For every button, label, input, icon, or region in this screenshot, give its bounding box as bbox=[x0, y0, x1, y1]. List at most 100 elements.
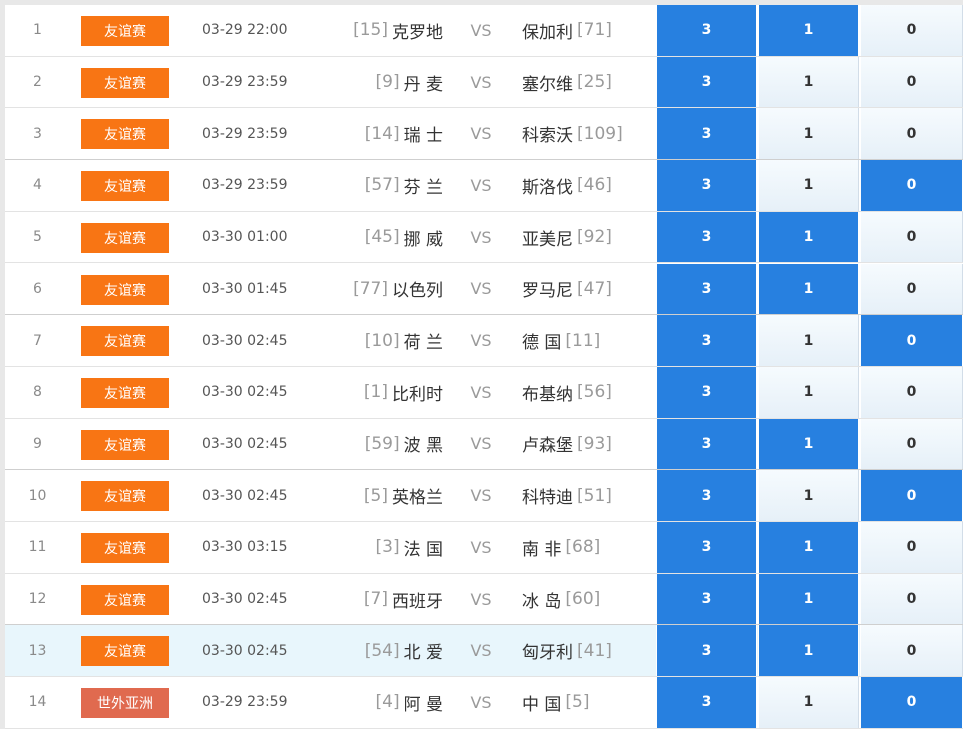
league-badge[interactable]: 友谊赛 bbox=[81, 326, 169, 357]
odds-option-win[interactable]: 3 bbox=[656, 573, 757, 625]
odds-option-win[interactable]: 3 bbox=[656, 263, 757, 315]
match-time: 03-30 02:45 bbox=[202, 384, 288, 401]
odds-option-lose[interactable]: 0 bbox=[860, 470, 963, 521]
match-time: 03-30 01:45 bbox=[202, 280, 288, 297]
away-team-name: 德 国 bbox=[522, 333, 562, 354]
odds-option-lose[interactable]: 0 bbox=[860, 625, 963, 677]
odds-option-draw[interactable]: 1 bbox=[758, 418, 859, 470]
odds-option-draw[interactable]: 1 bbox=[758, 677, 859, 728]
away-team-name: 中 国 bbox=[522, 694, 562, 715]
odds-option-draw[interactable]: 1 bbox=[758, 366, 859, 418]
table-row[interactable]: 8 友谊赛 03-30 02:45 [1] 比利时 VS 布基纳 [56] 3 1 0 bbox=[5, 366, 963, 419]
home-team-name: 英格兰 bbox=[392, 488, 443, 509]
home-team-name: 挪 威 bbox=[403, 229, 443, 250]
odds-option-win[interactable]: 3 bbox=[656, 522, 757, 573]
odds-option-draw[interactable]: 1 bbox=[758, 211, 859, 263]
odds-option-lose[interactable]: 0 bbox=[860, 108, 963, 160]
table-row[interactable]: 11 友谊赛 03-30 03:15 [3] 法 国 VS 南 非 [68] 3 1 0 bbox=[5, 522, 963, 574]
table-row[interactable]: 2 友谊赛 03-29 23:59 [9] 丹 麦 VS 塞尔维 [25] 3 1 0 bbox=[5, 56, 963, 109]
league-badge[interactable]: 友谊赛 bbox=[81, 377, 169, 408]
odds-option-lose[interactable]: 0 bbox=[860, 677, 963, 728]
odds-option-win[interactable]: 3 bbox=[656, 56, 757, 108]
odds-option-draw[interactable]: 1 bbox=[758, 56, 859, 108]
league-badge[interactable]: 世外亚洲 bbox=[81, 688, 169, 719]
table-row[interactable]: 1 友谊赛 03-29 22:00 [15] 克罗地 VS 保加利 [71] 3 1 0 bbox=[5, 5, 963, 57]
table-row[interactable]: 7 友谊赛 03-30 02:45 [10] 荷 兰 VS 德 国 [11] 3 1 0 bbox=[5, 315, 963, 367]
table-row[interactable]: 13 友谊赛 03-30 02:45 [54] 北 爱 VS 匈牙利 [41] 3 1 0 bbox=[5, 625, 963, 678]
odds-option-lose[interactable]: 0 bbox=[860, 263, 963, 315]
table-row[interactable]: 9 友谊赛 03-30 02:45 [59] 波 黑 VS 卢森堡 [93] 3 1 0 bbox=[5, 418, 963, 471]
odds-option-draw[interactable]: 1 bbox=[758, 5, 859, 56]
home-team: [10] 荷 兰 bbox=[305, 315, 443, 366]
odds-option-win[interactable]: 3 bbox=[656, 366, 757, 418]
odds-option-lose[interactable]: 0 bbox=[860, 160, 963, 211]
league-badge[interactable]: 友谊赛 bbox=[81, 67, 169, 98]
home-team-name: 丹 麦 bbox=[403, 74, 443, 95]
odds-option-draw[interactable]: 1 bbox=[758, 470, 859, 521]
away-rank: [60] bbox=[565, 589, 601, 610]
home-rank: [57] bbox=[364, 175, 400, 196]
away-rank: [51] bbox=[577, 485, 612, 506]
odds-option-win[interactable]: 3 bbox=[656, 315, 757, 366]
league-badge[interactable]: 友谊赛 bbox=[81, 171, 169, 202]
odds-option-win[interactable]: 3 bbox=[656, 5, 757, 56]
table-row[interactable]: 5 友谊赛 03-30 01:00 [45] 挪 威 VS 亚美尼 [92] 3 1 0 bbox=[5, 211, 963, 264]
away-team-name: 塞尔维 bbox=[522, 74, 573, 95]
odds-option-draw[interactable]: 1 bbox=[758, 108, 859, 160]
odds-option-lose[interactable]: 0 bbox=[860, 573, 963, 625]
odds-option-lose[interactable]: 0 bbox=[860, 315, 963, 366]
league-badge[interactable]: 友谊赛 bbox=[81, 222, 169, 253]
odds-option-draw[interactable]: 1 bbox=[758, 160, 859, 211]
table-row[interactable]: 4 友谊赛 03-29 23:59 [57] 芬 兰 VS 斯洛伐 [46] 3 1 0 bbox=[5, 160, 963, 212]
home-rank: [77] bbox=[353, 278, 388, 299]
league-badge[interactable]: 友谊赛 bbox=[81, 16, 169, 46]
league-badge[interactable]: 友谊赛 bbox=[81, 481, 169, 512]
odds-option-draw[interactable]: 1 bbox=[758, 263, 859, 315]
odds-option-win[interactable]: 3 bbox=[656, 470, 757, 521]
away-team-name: 卢森堡 bbox=[522, 436, 573, 457]
match-time: 03-30 02:45 bbox=[202, 487, 288, 504]
odds-option-lose[interactable]: 0 bbox=[860, 418, 963, 470]
odds-option-lose[interactable]: 0 bbox=[860, 56, 963, 108]
home-team: [1] 比利时 bbox=[305, 367, 443, 418]
league-badge[interactable]: 友谊赛 bbox=[81, 533, 169, 563]
odds-option-win[interactable]: 3 bbox=[656, 625, 757, 677]
match-time: 03-30 02:45 bbox=[202, 435, 288, 452]
table-row[interactable]: 6 友谊赛 03-30 01:45 [77] 以色列 VS 罗马尼 [47] 3 1 0 bbox=[5, 263, 963, 316]
odds-option-lose[interactable]: 0 bbox=[860, 522, 963, 573]
home-team: [5] 英格兰 bbox=[305, 470, 443, 521]
odds-option-draw[interactable]: 1 bbox=[758, 315, 859, 366]
home-rank: [54] bbox=[364, 640, 400, 661]
table-row[interactable]: 3 友谊赛 03-29 23:59 [14] 瑞 士 VS 科索沃 [109] 3 1 0 bbox=[5, 108, 963, 161]
match-number: 8 bbox=[33, 384, 42, 401]
away-team: 科索沃 [109] bbox=[522, 108, 662, 159]
odds-option-win[interactable]: 3 bbox=[656, 108, 757, 160]
home-rank: [45] bbox=[364, 227, 400, 248]
league-badge[interactable]: 友谊赛 bbox=[81, 429, 169, 460]
home-team-name: 比利时 bbox=[392, 384, 443, 405]
vs-label: VS bbox=[470, 537, 492, 557]
odds-option-draw[interactable]: 1 bbox=[758, 573, 859, 625]
odds-option-win[interactable]: 3 bbox=[656, 160, 757, 211]
odds-option-draw[interactable]: 1 bbox=[758, 625, 859, 677]
league-badge[interactable]: 友谊赛 bbox=[81, 584, 169, 615]
league-badge[interactable]: 友谊赛 bbox=[81, 274, 169, 305]
vs-label: VS bbox=[470, 20, 492, 40]
odds-option-draw[interactable]: 1 bbox=[758, 522, 859, 573]
away-team: 亚美尼 [92] bbox=[522, 212, 662, 263]
league-badge[interactable]: 友谊赛 bbox=[81, 119, 169, 150]
away-team-name: 匈牙利 bbox=[522, 643, 573, 664]
away-team: 塞尔维 [25] bbox=[522, 57, 662, 108]
home-rank: [59] bbox=[364, 433, 400, 454]
odds-option-win[interactable]: 3 bbox=[656, 677, 757, 728]
odds-option-win[interactable]: 3 bbox=[656, 418, 757, 470]
table-row[interactable]: 14 世外亚洲 03-29 23:59 [4] 阿 曼 VS 中 国 [5] 3 1 0 bbox=[5, 677, 963, 729]
away-rank: [25] bbox=[577, 72, 612, 93]
odds-option-lose[interactable]: 0 bbox=[860, 366, 963, 418]
odds-option-lose[interactable]: 0 bbox=[860, 211, 963, 263]
league-badge[interactable]: 友谊赛 bbox=[81, 636, 169, 667]
table-row[interactable]: 10 友谊赛 03-30 02:45 [5] 英格兰 VS 科特迪 [51] 3 1 0 bbox=[5, 470, 963, 522]
odds-option-lose[interactable]: 0 bbox=[860, 5, 963, 56]
odds-option-win[interactable]: 3 bbox=[656, 211, 757, 263]
table-row[interactable]: 12 友谊赛 03-30 02:45 [7] 西班牙 VS 冰 岛 [60] 3 1 0 bbox=[5, 573, 963, 626]
